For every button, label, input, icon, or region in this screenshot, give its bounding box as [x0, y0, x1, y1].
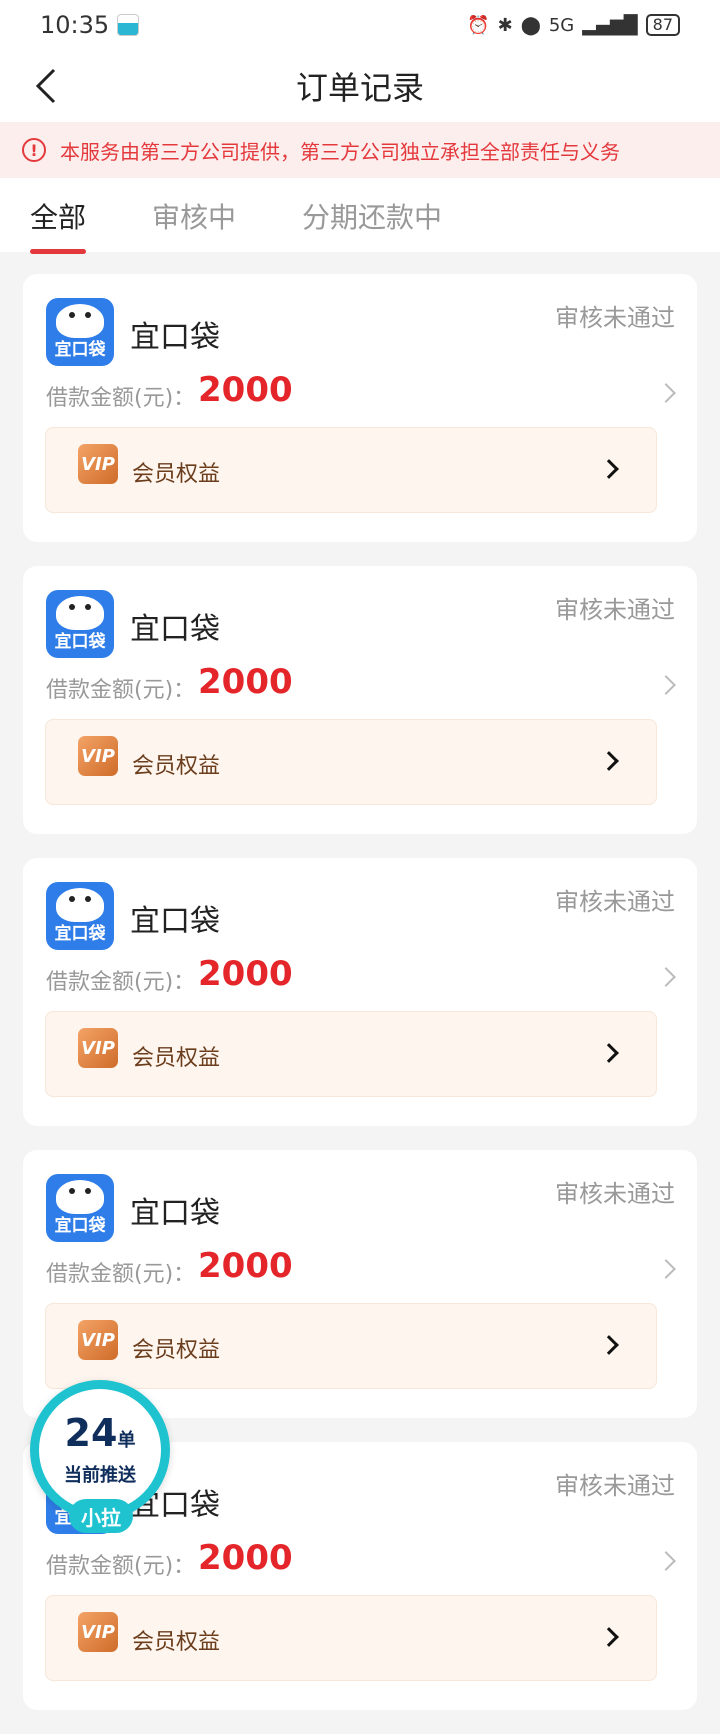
koala-icon — [56, 1180, 104, 1214]
vip-benefits-row[interactable]: VIP 会员权益 — [45, 1011, 657, 1097]
vip-label: 会员权益 — [132, 1630, 221, 1655]
chevron-right-icon — [599, 751, 619, 771]
koala-icon — [56, 304, 104, 338]
order-status: 审核未通过 — [555, 1472, 675, 1500]
battery-icon: 87 — [645, 14, 680, 36]
order-status: 审核未通过 — [555, 304, 675, 332]
brand-name: 宜口袋 — [130, 904, 220, 939]
chevron-right-icon[interactable] — [656, 967, 676, 987]
vip-benefits-row[interactable]: VIP 会员权益 — [45, 427, 657, 513]
battery-level: 87 — [652, 15, 673, 34]
vip-label: 会员权益 — [132, 1338, 221, 1363]
status-time: 10:35 — [40, 11, 110, 39]
push-count-unit: 单 — [117, 1430, 136, 1451]
chevron-right-icon[interactable] — [656, 383, 676, 403]
order-status: 审核未通过 — [555, 1180, 675, 1208]
vip-icon: VIP — [78, 444, 118, 484]
signal-icon: ▂▄▆█ — [582, 14, 638, 36]
logo-text: 宜口袋 — [54, 1216, 106, 1236]
amount-value: 2000 — [198, 1538, 293, 1578]
logo-text: 宜口袋 — [54, 924, 106, 944]
order-card[interactable]: 宜口袋 宜口袋 审核未通过 借款金额(元)： 2000 VIP 会员权益 — [23, 274, 697, 542]
notice-text: 本服务由第三方公司提供，第三方公司独立承担全部责任与义务 — [60, 139, 620, 164]
vip-icon: VIP — [78, 1612, 118, 1652]
brand-name: 宜口袋 — [130, 1196, 220, 1231]
push-subtitle: 当前推送 — [64, 1465, 136, 1486]
amount-value: 2000 — [198, 662, 293, 702]
brand-name: 宜口袋 — [130, 612, 220, 647]
push-count-number: 24 — [64, 1411, 118, 1455]
order-card[interactable]: 宜口袋 宜口袋 审核未通过 借款金额(元)： 2000 VIP 会员权益 — [23, 1150, 697, 1418]
order-status: 审核未通过 — [555, 888, 675, 916]
status-bar: 10:35 ⏰ ✱ ⬤ 5G ▂▄▆█ 87 — [0, 0, 720, 50]
amount-label: 借款金额(元)： — [46, 1554, 196, 1579]
tab-bar: 全部 审核中 分期还款中 — [0, 178, 720, 254]
vip-benefits-row[interactable]: VIP 会员权益 — [45, 1595, 657, 1681]
app-logo: 宜口袋 — [46, 590, 114, 658]
order-status: 审核未通过 — [555, 596, 675, 624]
status-right: ⏰ ✱ ⬤ 5G ▂▄▆█ 87 — [467, 14, 680, 36]
chevron-right-icon — [599, 459, 619, 479]
page-title: 订单记录 — [295, 69, 424, 107]
vip-benefits-row[interactable]: VIP 会员权益 — [45, 1303, 657, 1389]
tab-all[interactable]: 全部 — [30, 178, 87, 254]
vip-icon: VIP — [78, 736, 118, 776]
amount-value: 2000 — [198, 954, 293, 994]
bluetooth-icon: ✱ — [497, 14, 513, 36]
amount-value: 2000 — [198, 370, 293, 410]
network-label: 5G — [548, 14, 575, 36]
vip-label: 会员权益 — [132, 1046, 221, 1071]
logo-text: 宜口袋 — [54, 632, 106, 652]
app-logo: 宜口袋 — [46, 298, 114, 366]
app-notification-icon — [117, 14, 140, 36]
app-logo: 宜口袋 — [46, 882, 114, 950]
app-logo: 宜口袋 — [46, 1174, 114, 1242]
amount-label: 借款金额(元)： — [46, 970, 196, 995]
amount-label: 借款金额(元)： — [46, 1262, 196, 1287]
push-count-badge[interactable]: 24单 当前推送 小拉 — [30, 1380, 170, 1533]
push-tag: 小拉 — [69, 1499, 133, 1533]
status-left: 10:35 — [40, 11, 140, 39]
push-count: 24单 — [39, 1411, 161, 1455]
koala-icon — [56, 596, 104, 630]
alert-icon: ! — [22, 138, 46, 162]
amount-label: 借款金额(元)： — [46, 678, 196, 703]
location-icon: ⬤ — [520, 14, 541, 36]
brand-name: 宜口袋 — [130, 320, 220, 355]
chevron-right-icon — [599, 1043, 619, 1063]
tab-installments[interactable]: 分期还款中 — [302, 178, 442, 236]
chevron-right-icon — [599, 1335, 619, 1355]
vip-icon: VIP — [78, 1028, 118, 1068]
vip-icon: VIP — [78, 1320, 118, 1360]
order-card[interactable]: 宜口袋 宜口袋 审核未通过 借款金额(元)： 2000 VIP 会员权益 — [23, 566, 697, 834]
amount-value: 2000 — [198, 1246, 293, 1286]
vip-benefits-row[interactable]: VIP 会员权益 — [45, 719, 657, 805]
logo-text: 宜口袋 — [54, 340, 106, 360]
chevron-right-icon[interactable] — [656, 675, 676, 695]
chevron-right-icon[interactable] — [656, 1551, 676, 1571]
alarm-icon: ⏰ — [467, 14, 490, 36]
chevron-right-icon[interactable] — [656, 1259, 676, 1279]
back-arrow-icon — [35, 68, 56, 104]
vip-label: 会员权益 — [132, 754, 221, 779]
back-button[interactable] — [24, 64, 68, 108]
vip-label: 会员权益 — [132, 462, 221, 487]
chevron-right-icon — [599, 1627, 619, 1647]
koala-icon — [56, 888, 104, 922]
nav-bar: 订单记录 — [0, 50, 720, 122]
notice-banner: ! 本服务由第三方公司提供，第三方公司独立承担全部责任与义务 — [0, 122, 720, 178]
amount-label: 借款金额(元)： — [46, 386, 196, 411]
order-card[interactable]: 宜口袋 宜口袋 审核未通过 借款金额(元)： 2000 VIP 会员权益 — [23, 858, 697, 1126]
tab-under-review[interactable]: 审核中 — [152, 178, 236, 236]
